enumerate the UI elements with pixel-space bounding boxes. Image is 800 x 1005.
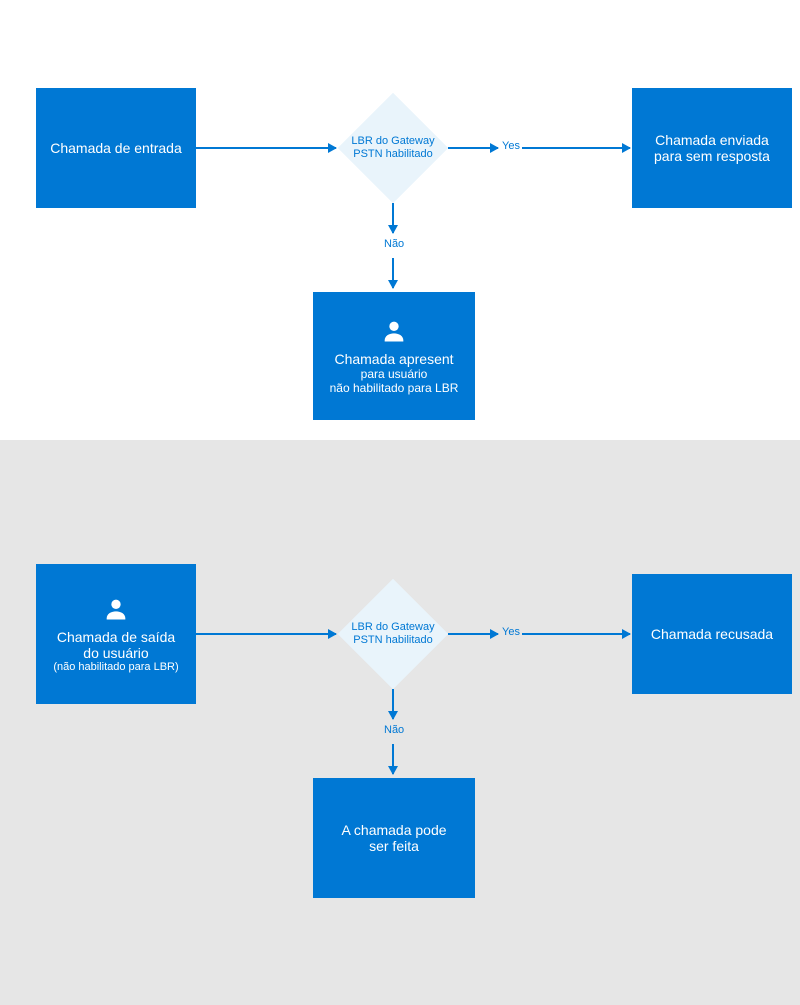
node-label: não habilitado para LBR (330, 381, 459, 395)
node-label: ser feita (369, 838, 419, 854)
node-label: Chamada de saída (57, 629, 175, 645)
flowchart-outbound: Chamada de saída do usuário (não habilit… (0, 440, 800, 1005)
edge-label-yes: Yes (502, 140, 520, 152)
arrow-down-icon (392, 258, 394, 288)
node-inbound-start: Chamada de entrada (36, 88, 196, 208)
decision-label: LBR do Gateway PSTN habilitado (338, 135, 448, 161)
arrow-right-icon (522, 633, 630, 635)
node-label: A chamada pode (341, 822, 446, 838)
node-label: Chamada de entrada (50, 140, 182, 156)
node-label: (não habilitado para LBR) (53, 661, 178, 673)
node-label: Chamada recusada (651, 626, 773, 642)
node-decision-gateway-lbr: LBR do Gateway PSTN habilitado (338, 93, 448, 203)
node-call-can-be-made: A chamada pode ser feita (313, 778, 475, 898)
node-label: do usuário (83, 645, 148, 661)
edge-label-no: Não (384, 238, 404, 250)
arrow-right-icon (196, 147, 336, 149)
flowchart-inbound: Chamada de entrada LBR do Gateway PSTN h… (0, 0, 800, 440)
arrow-right-icon (448, 633, 498, 635)
node-label: Chamada apresent (334, 351, 453, 367)
node-call-refused: Chamada recusada (632, 574, 792, 694)
arrow-down-icon (392, 744, 394, 774)
node-label: para sem resposta (654, 148, 770, 164)
node-outbound-start: Chamada de saída do usuário (não habilit… (36, 564, 196, 704)
user-icon (380, 317, 408, 345)
user-icon (102, 595, 130, 623)
node-label: Chamada enviada (655, 132, 769, 148)
arrow-down-icon (392, 689, 394, 719)
decision-label: LBR do Gateway PSTN habilitado (338, 621, 448, 647)
arrow-right-icon (196, 633, 336, 635)
node-label: para usuário (361, 367, 428, 381)
node-sent-unanswered: Chamada enviada para sem resposta (632, 88, 792, 208)
arrow-right-icon (522, 147, 630, 149)
arrow-down-icon (392, 203, 394, 233)
node-decision-gateway-lbr: LBR do Gateway PSTN habilitado (338, 579, 448, 689)
edge-label-no: Não (384, 724, 404, 736)
edge-label-yes: Yes (502, 626, 520, 638)
node-presented-to-user: Chamada apresent para usuário não habili… (313, 292, 475, 420)
arrow-right-icon (448, 147, 498, 149)
